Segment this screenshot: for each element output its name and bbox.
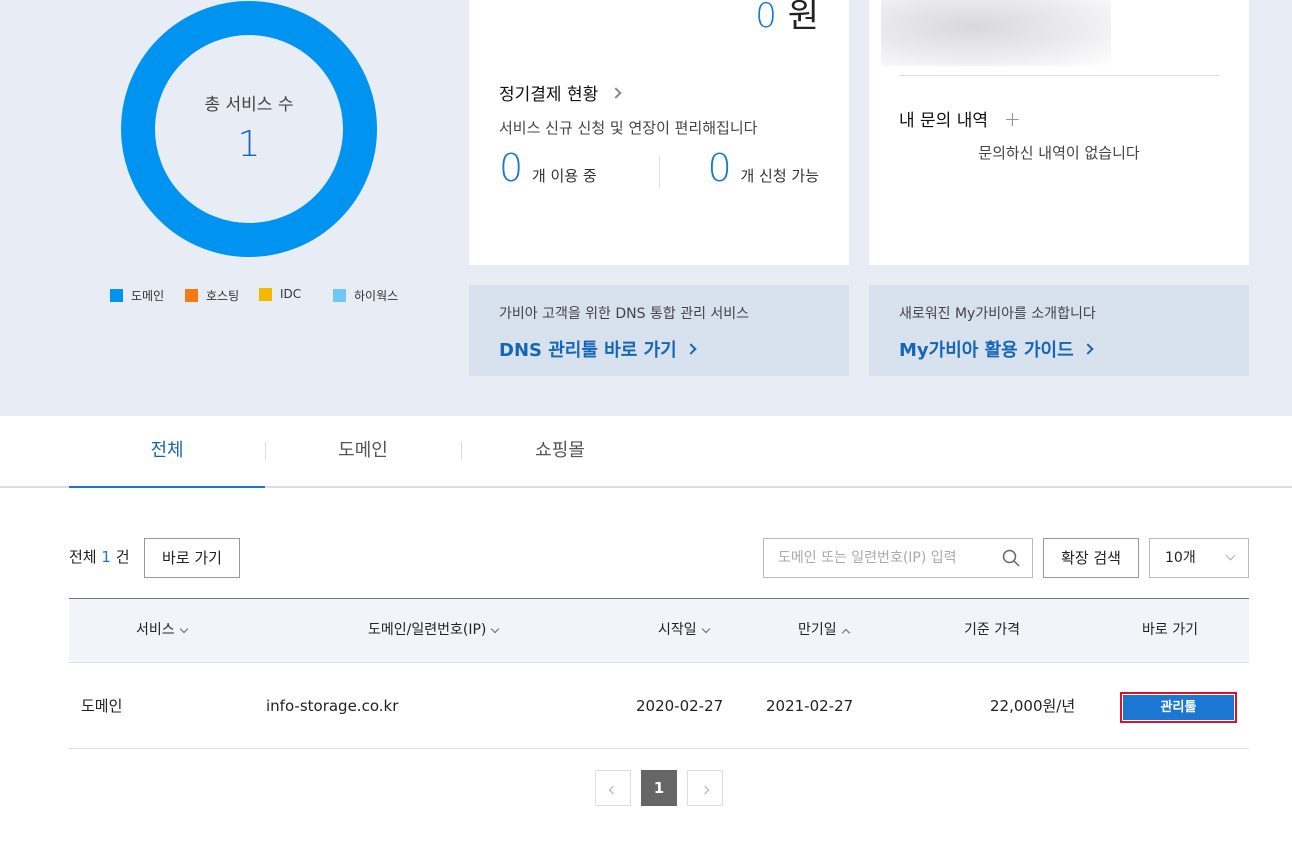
inquiry-card: 내 문의 내역 + 문의하신 내역이 없습니다 — [869, 0, 1249, 265]
tab-domain[interactable]: 도메인 — [265, 416, 461, 488]
inquiry-empty-text: 문의하신 내역이 없습니다 — [978, 144, 1140, 162]
billing-amount: 0 원 — [755, 0, 819, 37]
header-price-label: 기준 가격 — [964, 622, 1020, 638]
header-domain-label: 도메인/일련번호(IP) — [368, 622, 487, 638]
page-size-value: 10개 — [1165, 550, 1196, 566]
in-use-label: 개 이용 중 — [531, 167, 597, 185]
divider — [899, 75, 1219, 76]
cell-start-date: 2020-02-27 — [636, 697, 724, 715]
service-tabs: 전체 도메인 쇼핑몰 — [0, 416, 1292, 488]
dashboard-summary: 총 서비스 수 1 도메인 호스팅 IDC 하이웍스 0 원 정기결제 현황 서… — [0, 0, 1292, 416]
legend-label: 하이웍스 — [354, 289, 399, 303]
prev-page-button[interactable] — [595, 770, 631, 806]
header-expire-label: 만기일 — [798, 622, 837, 638]
dns-tool-link[interactable]: DNS 관리툴 바로 가기 — [499, 336, 697, 362]
legend-swatch — [185, 289, 198, 302]
manage-tool-button[interactable]: 관리툴 — [1120, 692, 1237, 723]
my-gabia-banner-desc: 새로워진 My가비아를 소개합니다 — [899, 306, 1096, 322]
available-count: 0 — [707, 146, 732, 190]
chevron-right-icon — [610, 86, 622, 99]
legend-item-domain: 도메인 — [110, 287, 164, 304]
legend-label: IDC — [280, 287, 302, 301]
recurring-payment-label: 정기결제 현황 — [499, 85, 599, 105]
tab-all[interactable]: 전체 — [69, 416, 265, 488]
currency-label: 원 — [787, 0, 819, 36]
manage-tool-label: 관리툴 — [1123, 695, 1234, 720]
sort-down-icon — [701, 624, 710, 633]
my-gabia-guide-label: My가비아 활용 가이드 — [899, 340, 1074, 361]
header-expire-date[interactable]: 만기일 — [798, 599, 850, 662]
recurring-payment-title[interactable]: 정기결제 현황 — [499, 80, 622, 105]
inquiry-title-label: 내 문의 내역 — [899, 111, 989, 131]
in-use-stat: 0 개 이용 중 — [499, 146, 597, 190]
billing-card: 0 원 정기결제 현황 서비스 신규 신청 및 연장이 편리해집니다 0 개 이… — [469, 0, 849, 265]
legend-label: 도메인 — [131, 289, 165, 303]
total-number: 1 — [101, 548, 111, 566]
legend-item-hosting: 호스팅 — [185, 287, 239, 304]
total-suffix: 건 — [115, 548, 130, 566]
advanced-search-button[interactable]: 확장 검색 — [1043, 538, 1139, 578]
inquiry-title: 내 문의 내역 + — [899, 106, 1021, 132]
total-prefix: 전체 — [69, 548, 97, 566]
table-row: 도메인 info-storage.co.kr 2020-02-27 2021-0… — [69, 663, 1249, 749]
chevron-down-icon — [1225, 550, 1236, 561]
tab-shopping-mall[interactable]: 쇼핑몰 — [462, 416, 658, 488]
cell-service: 도메인 — [81, 697, 123, 715]
table-header: 서비스 도메인/일련번호(IP) 시작일 만기일 기준 가격 바로 가기 — [69, 598, 1249, 663]
dns-tool-link-label: DNS 관리툴 바로 가기 — [499, 340, 677, 361]
header-domain[interactable]: 도메인/일련번호(IP) — [368, 599, 500, 662]
legend-swatch — [333, 289, 346, 302]
header-service-label: 서비스 — [136, 622, 175, 638]
in-use-count: 0 — [499, 146, 524, 190]
chevron-right-icon — [1082, 343, 1094, 355]
cell-price: 22,000원/년 — [990, 697, 1076, 715]
amount-value: 0 — [755, 0, 777, 36]
search-input[interactable] — [764, 539, 984, 577]
plus-icon[interactable]: + — [1004, 107, 1021, 131]
legend-item-idc: IDC — [259, 287, 301, 301]
donut-count: 1 — [237, 124, 261, 165]
blurred-content — [881, 0, 1111, 66]
recurring-payment-desc: 서비스 신규 신청 및 연장이 편리해집니다 — [499, 119, 758, 137]
page-number-button[interactable]: 1 — [641, 770, 677, 806]
available-stat: 0 개 신청 가능 — [707, 146, 819, 190]
cell-expire-date: 2021-02-27 — [766, 697, 854, 715]
legend-item-hiworks: 하이웍스 — [333, 287, 398, 304]
header-price: 기준 가격 — [964, 599, 1020, 662]
cell-domain: info-storage.co.kr — [266, 697, 399, 715]
header-start-label: 시작일 — [658, 622, 697, 638]
donut-label: 총 서비스 수 — [204, 95, 294, 115]
sort-up-icon — [841, 628, 850, 637]
total-count: 전체 1 건 — [69, 546, 130, 567]
sort-down-icon — [179, 624, 188, 633]
header-start-date[interactable]: 시작일 — [658, 599, 710, 662]
chevron-right-icon — [700, 785, 710, 795]
my-gabia-banner[interactable]: 새로워진 My가비아를 소개합니다 My가비아 활용 가이드 — [869, 285, 1249, 376]
header-goto-label: 바로 가기 — [1142, 622, 1198, 638]
legend-label: 호스팅 — [206, 289, 240, 303]
next-page-button[interactable] — [687, 770, 723, 806]
dns-banner-desc: 가비아 고객을 위한 DNS 통합 관리 서비스 — [499, 306, 750, 322]
page-size-select[interactable]: 10개 — [1149, 538, 1249, 578]
search-icon[interactable] — [1002, 549, 1020, 567]
goto-button[interactable]: 바로 가기 — [144, 538, 240, 578]
available-label: 개 신청 가능 — [740, 167, 819, 185]
legend-swatch — [110, 289, 123, 302]
header-goto: 바로 가기 — [1142, 599, 1198, 662]
dns-banner[interactable]: 가비아 고객을 위한 DNS 통합 관리 서비스 DNS 관리툴 바로 가기 — [469, 285, 849, 376]
divider — [659, 156, 660, 188]
chevron-left-icon — [608, 785, 618, 795]
chevron-right-icon — [685, 343, 697, 355]
my-gabia-guide-link[interactable]: My가비아 활용 가이드 — [899, 336, 1094, 362]
search-box — [763, 538, 1033, 578]
legend-swatch — [259, 287, 272, 301]
sort-down-icon — [491, 624, 500, 633]
header-service[interactable]: 서비스 — [136, 599, 188, 662]
